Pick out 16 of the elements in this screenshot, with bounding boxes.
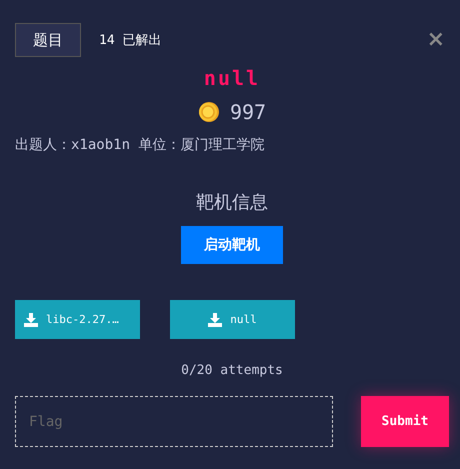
points-value: 997 [230, 100, 266, 124]
coin-icon [198, 101, 220, 123]
submit-button[interactable]: Submit [361, 396, 449, 447]
flag-input-field[interactable]: Flag [15, 396, 333, 447]
download-button[interactable]: libc-2.27.… [15, 300, 140, 339]
challenge-title: null [202, 66, 262, 90]
solve-count: 14 已解出 [99, 32, 162, 49]
download-button[interactable]: null [170, 300, 295, 339]
close-button[interactable]: × [422, 29, 449, 51]
attempts-count: 0/20 attempts [180, 363, 284, 378]
target-heading: 靶机信息 [195, 191, 269, 214]
download-icon [208, 312, 222, 326]
challenge-tab[interactable]: 题目 [15, 23, 81, 57]
author-info: 出题人：x1aob1n 单位：厦门理工学院 [15, 136, 266, 154]
start-target-button[interactable]: 启动靶机 [181, 226, 283, 264]
download-icon [24, 312, 38, 326]
